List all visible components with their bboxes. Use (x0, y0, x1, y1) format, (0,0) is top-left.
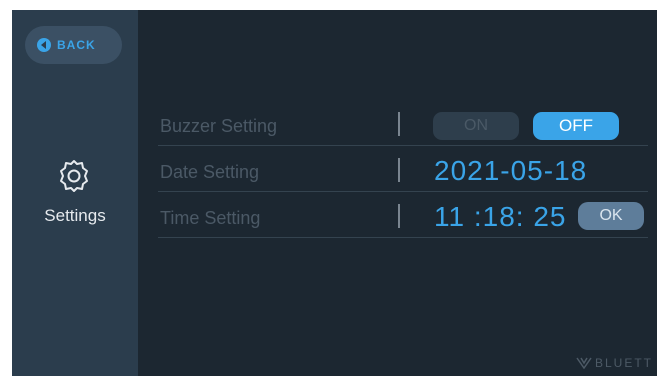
buzzer-off-button[interactable]: OFF (533, 112, 619, 140)
brand-name: BLUETT (594, 356, 653, 370)
back-button[interactable]: BACK (25, 26, 122, 64)
buzzer-setting-row: Buzzer Setting ON OFF (158, 106, 648, 146)
time-setting-row: Time Setting 11 :18: 25 OK (158, 198, 648, 238)
sidebar: BACK Settings (12, 10, 138, 376)
buzzer-on-button[interactable]: ON (433, 112, 519, 140)
ok-button[interactable]: OK (578, 202, 644, 230)
device-screen: BACK Settings Buzzer Setting ON OFF Date… (12, 10, 657, 376)
back-label: BACK (57, 38, 96, 52)
date-setting-label: Date Setting (160, 162, 260, 182)
back-arrow-icon (37, 38, 51, 52)
gear-icon[interactable] (56, 158, 92, 194)
brand-logo: BLUETT (576, 356, 653, 370)
row-divider (158, 145, 648, 146)
row-separator (398, 112, 400, 136)
row-divider (158, 237, 648, 238)
buzzer-setting-label: Buzzer Setting (160, 116, 278, 136)
date-setting-row: Date Setting 2021-05-18 (158, 152, 648, 192)
row-separator (398, 204, 400, 228)
time-setting-label: Time Setting (160, 208, 261, 228)
settings-nav-label[interactable]: Settings (12, 206, 138, 226)
row-divider (158, 191, 648, 192)
time-value[interactable]: 11 :18: 25 (434, 201, 566, 233)
row-separator (398, 158, 400, 182)
date-value[interactable]: 2021-05-18 (434, 155, 587, 187)
bluetti-logo-icon (576, 357, 592, 369)
